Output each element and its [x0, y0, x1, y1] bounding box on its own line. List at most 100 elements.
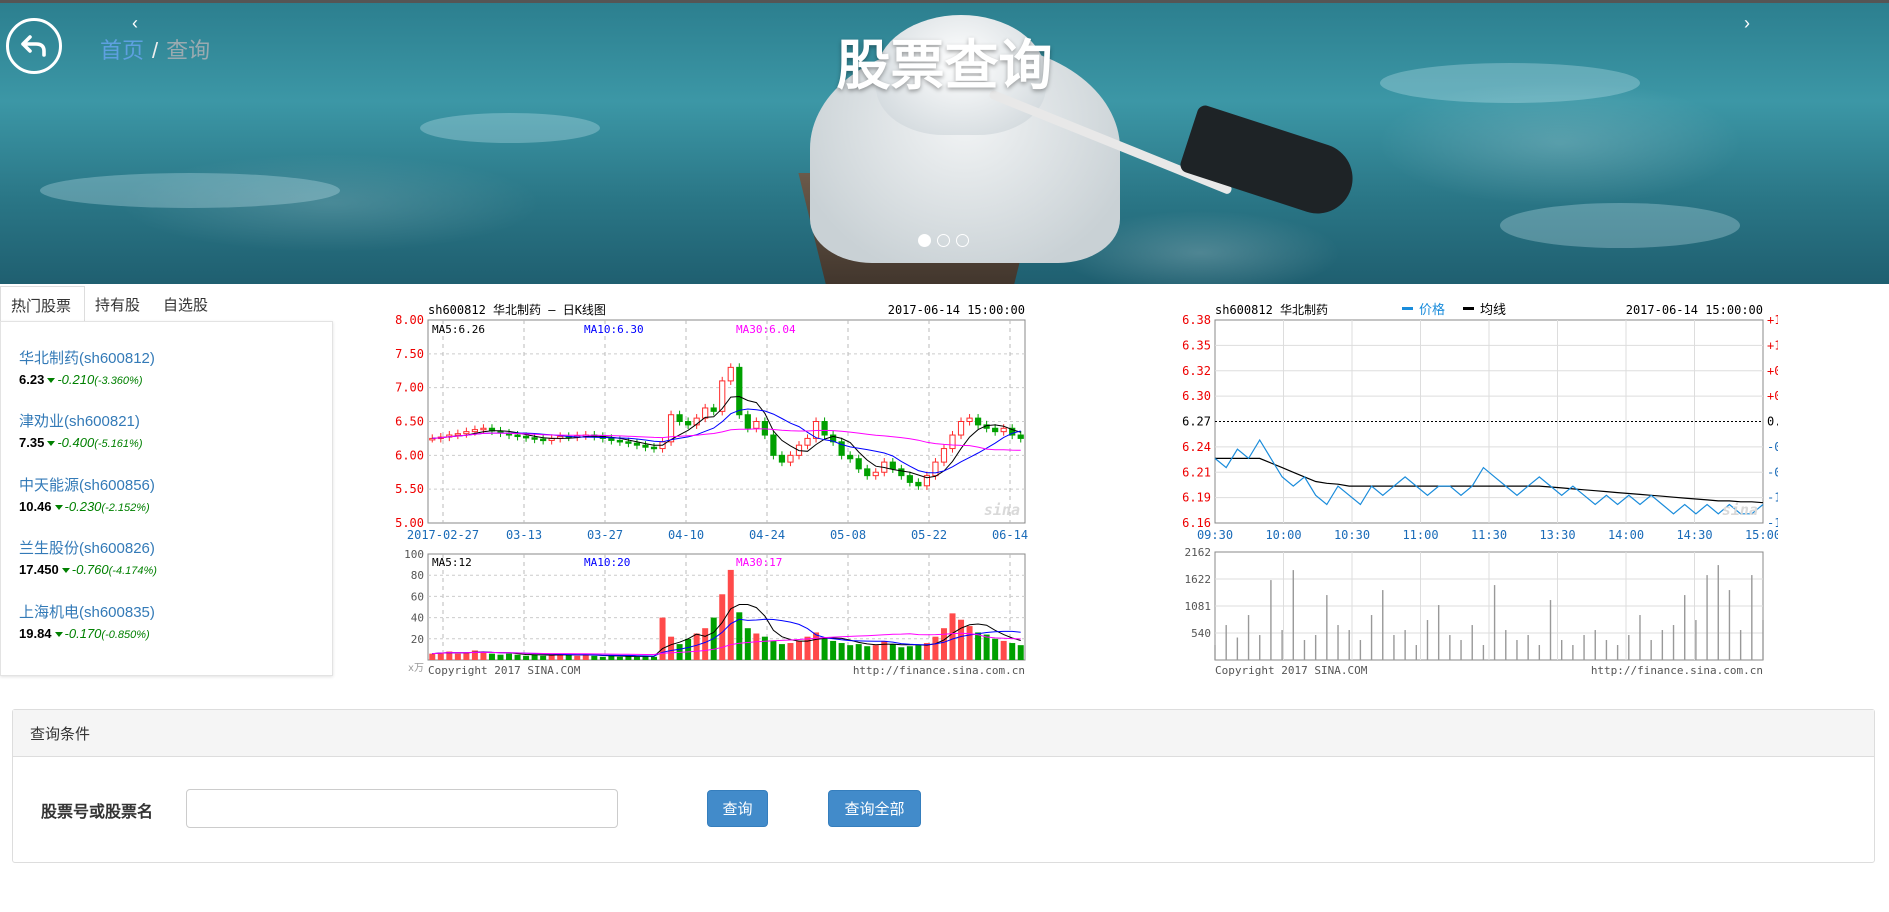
- vol-ma30-label: MA30:17: [736, 556, 782, 569]
- time-tick-label: 09:30: [1197, 528, 1233, 542]
- volume-tick-label: 100: [404, 548, 424, 561]
- candle: [957, 421, 965, 436]
- candle: [804, 437, 811, 446]
- volume-ma5-line: [432, 604, 1021, 657]
- percent-tick-label: +1.32%: [1767, 338, 1778, 352]
- volume-tick-label: 540: [1191, 627, 1211, 640]
- stock-quote: 6.23 -0.210(-3.360%): [19, 372, 155, 387]
- paddle-blade-image: [1178, 103, 1362, 223]
- price-tick-label: 5.50: [395, 482, 424, 496]
- carousel-indicator-3[interactable]: [956, 234, 969, 247]
- query-button[interactable]: 查询: [707, 790, 768, 827]
- volume-bar: [830, 640, 837, 660]
- percent-tick-label: -0.88%: [1767, 465, 1778, 479]
- candle: [932, 461, 939, 477]
- legend-swatch-avg: [1463, 307, 1474, 310]
- percent-tick-label: +0.44%: [1767, 389, 1778, 403]
- stock-link[interactable]: 中天能源(sh600856): [19, 474, 155, 495]
- back-button[interactable]: [6, 18, 62, 74]
- breadcrumb-separator: /: [152, 38, 159, 63]
- candle: [847, 454, 854, 460]
- candle: [633, 442, 641, 446]
- candle: [992, 427, 999, 433]
- volume-bar: [693, 633, 700, 660]
- volume-bar: [753, 633, 760, 660]
- query-panel: 查询条件 股票号或股票名 查询 查询全部: [12, 709, 1875, 863]
- volume-bar: [582, 654, 589, 660]
- stock-price: 17.450: [19, 562, 59, 577]
- hot-stocks-panel: 华北制药(sh600812) 6.23 -0.210(-3.360%) 津劝业(s…: [0, 321, 333, 676]
- date-tick-label: 05-22: [911, 528, 947, 542]
- down-arrow-icon: [54, 632, 63, 637]
- stock-search-input[interactable]: [186, 789, 618, 828]
- stock-link[interactable]: 兰生股份(sh600826): [19, 537, 157, 558]
- query-field-label: 股票号或股票名: [41, 804, 154, 821]
- candle: [667, 414, 675, 443]
- candle: [753, 421, 760, 429]
- carousel-prev-icon[interactable]: ‹: [132, 13, 138, 34]
- carousel-next-icon[interactable]: ›: [1744, 13, 1750, 34]
- list-item: 华北制药(sh600812) 6.23 -0.210(-3.360%): [19, 347, 155, 387]
- chart-title: sh600812 华北制药 – 日K线图: [428, 303, 606, 317]
- volume-bar: [651, 656, 658, 660]
- stock-link[interactable]: 津劝业(sh600821): [19, 410, 142, 431]
- stock-percent: (-0.850%): [101, 629, 150, 641]
- percent-tick-label: 0.00%: [1767, 415, 1778, 429]
- breadcrumb-home-link[interactable]: 首页: [100, 38, 144, 63]
- list-item: 兰生股份(sh600826) 17.450 -0.760(-4.174%): [19, 537, 157, 577]
- stock-link[interactable]: 华北制药(sh600812): [19, 347, 155, 368]
- stock-change: -0.230: [64, 499, 102, 514]
- query-all-button[interactable]: 查询全部: [828, 790, 921, 827]
- volume-bar: [668, 636, 675, 660]
- volume-bar: [847, 645, 854, 660]
- candle: [974, 417, 982, 426]
- volume-bar: [1009, 643, 1016, 660]
- list-item: 上海机电(sh600835) 19.84 -0.170(-0.850%): [19, 601, 155, 641]
- volume-bar: [906, 646, 913, 660]
- candle: [906, 475, 913, 483]
- volume-bar: [838, 643, 845, 660]
- carousel-indicator-1[interactable]: [918, 234, 931, 247]
- volume-bar: [727, 569, 734, 660]
- page-title: 股票查询: [836, 36, 1053, 96]
- water-highlight: [420, 113, 600, 143]
- price-tick-label: 6.50: [395, 415, 424, 429]
- candle: [522, 435, 530, 439]
- percent-tick-label: -1.32%: [1767, 491, 1778, 505]
- volume-bar: [574, 655, 581, 660]
- candle: [787, 454, 794, 463]
- candle: [872, 471, 879, 477]
- volume-bar: [633, 656, 640, 660]
- volume-bar: [915, 645, 922, 660]
- volume-bar: [565, 654, 572, 660]
- candle: [514, 434, 521, 438]
- volume-ma10-line: [432, 618, 1021, 657]
- legend-average: 均线: [1480, 303, 1506, 318]
- volume-tick-label: 60: [411, 590, 424, 603]
- price-tick-label: 6.00: [395, 448, 424, 462]
- stock-link[interactable]: 上海机电(sh600835): [19, 601, 155, 622]
- chart-copyright: Copyright 2017 SINA.COM: [428, 664, 581, 677]
- time-tick-label: 14:30: [1676, 528, 1712, 542]
- candle: [531, 437, 538, 440]
- down-arrow-icon: [47, 378, 56, 383]
- carousel-indicator-2[interactable]: [937, 234, 950, 247]
- stock-change: -0.400: [57, 435, 95, 450]
- stock-percent: (-5.161%): [94, 438, 143, 450]
- candle: [650, 446, 658, 450]
- tab-holdings[interactable]: 持有股: [85, 286, 153, 322]
- candle: [454, 433, 461, 436]
- tab-hot-stocks[interactable]: 热门股票: [0, 286, 86, 322]
- chart-copyright: Copyright 2017 SINA.COM: [1215, 664, 1368, 677]
- ma30-label: MA30:6.04: [736, 323, 796, 336]
- tab-watchlist[interactable]: 自选股: [153, 286, 221, 322]
- candle: [864, 468, 871, 477]
- date-tick-label: 04-10: [668, 528, 704, 542]
- volume-bar: [599, 656, 606, 660]
- candle: [463, 431, 470, 435]
- intraday-chart: sh600812 华北制药 价格 均线 2017-06-14 15:00:00 6.38…: [1182, 302, 1778, 677]
- query-panel-title: 查询条件: [13, 710, 1874, 757]
- candle: [625, 441, 632, 444]
- candle: [821, 421, 828, 436]
- volume-bar: [795, 640, 802, 660]
